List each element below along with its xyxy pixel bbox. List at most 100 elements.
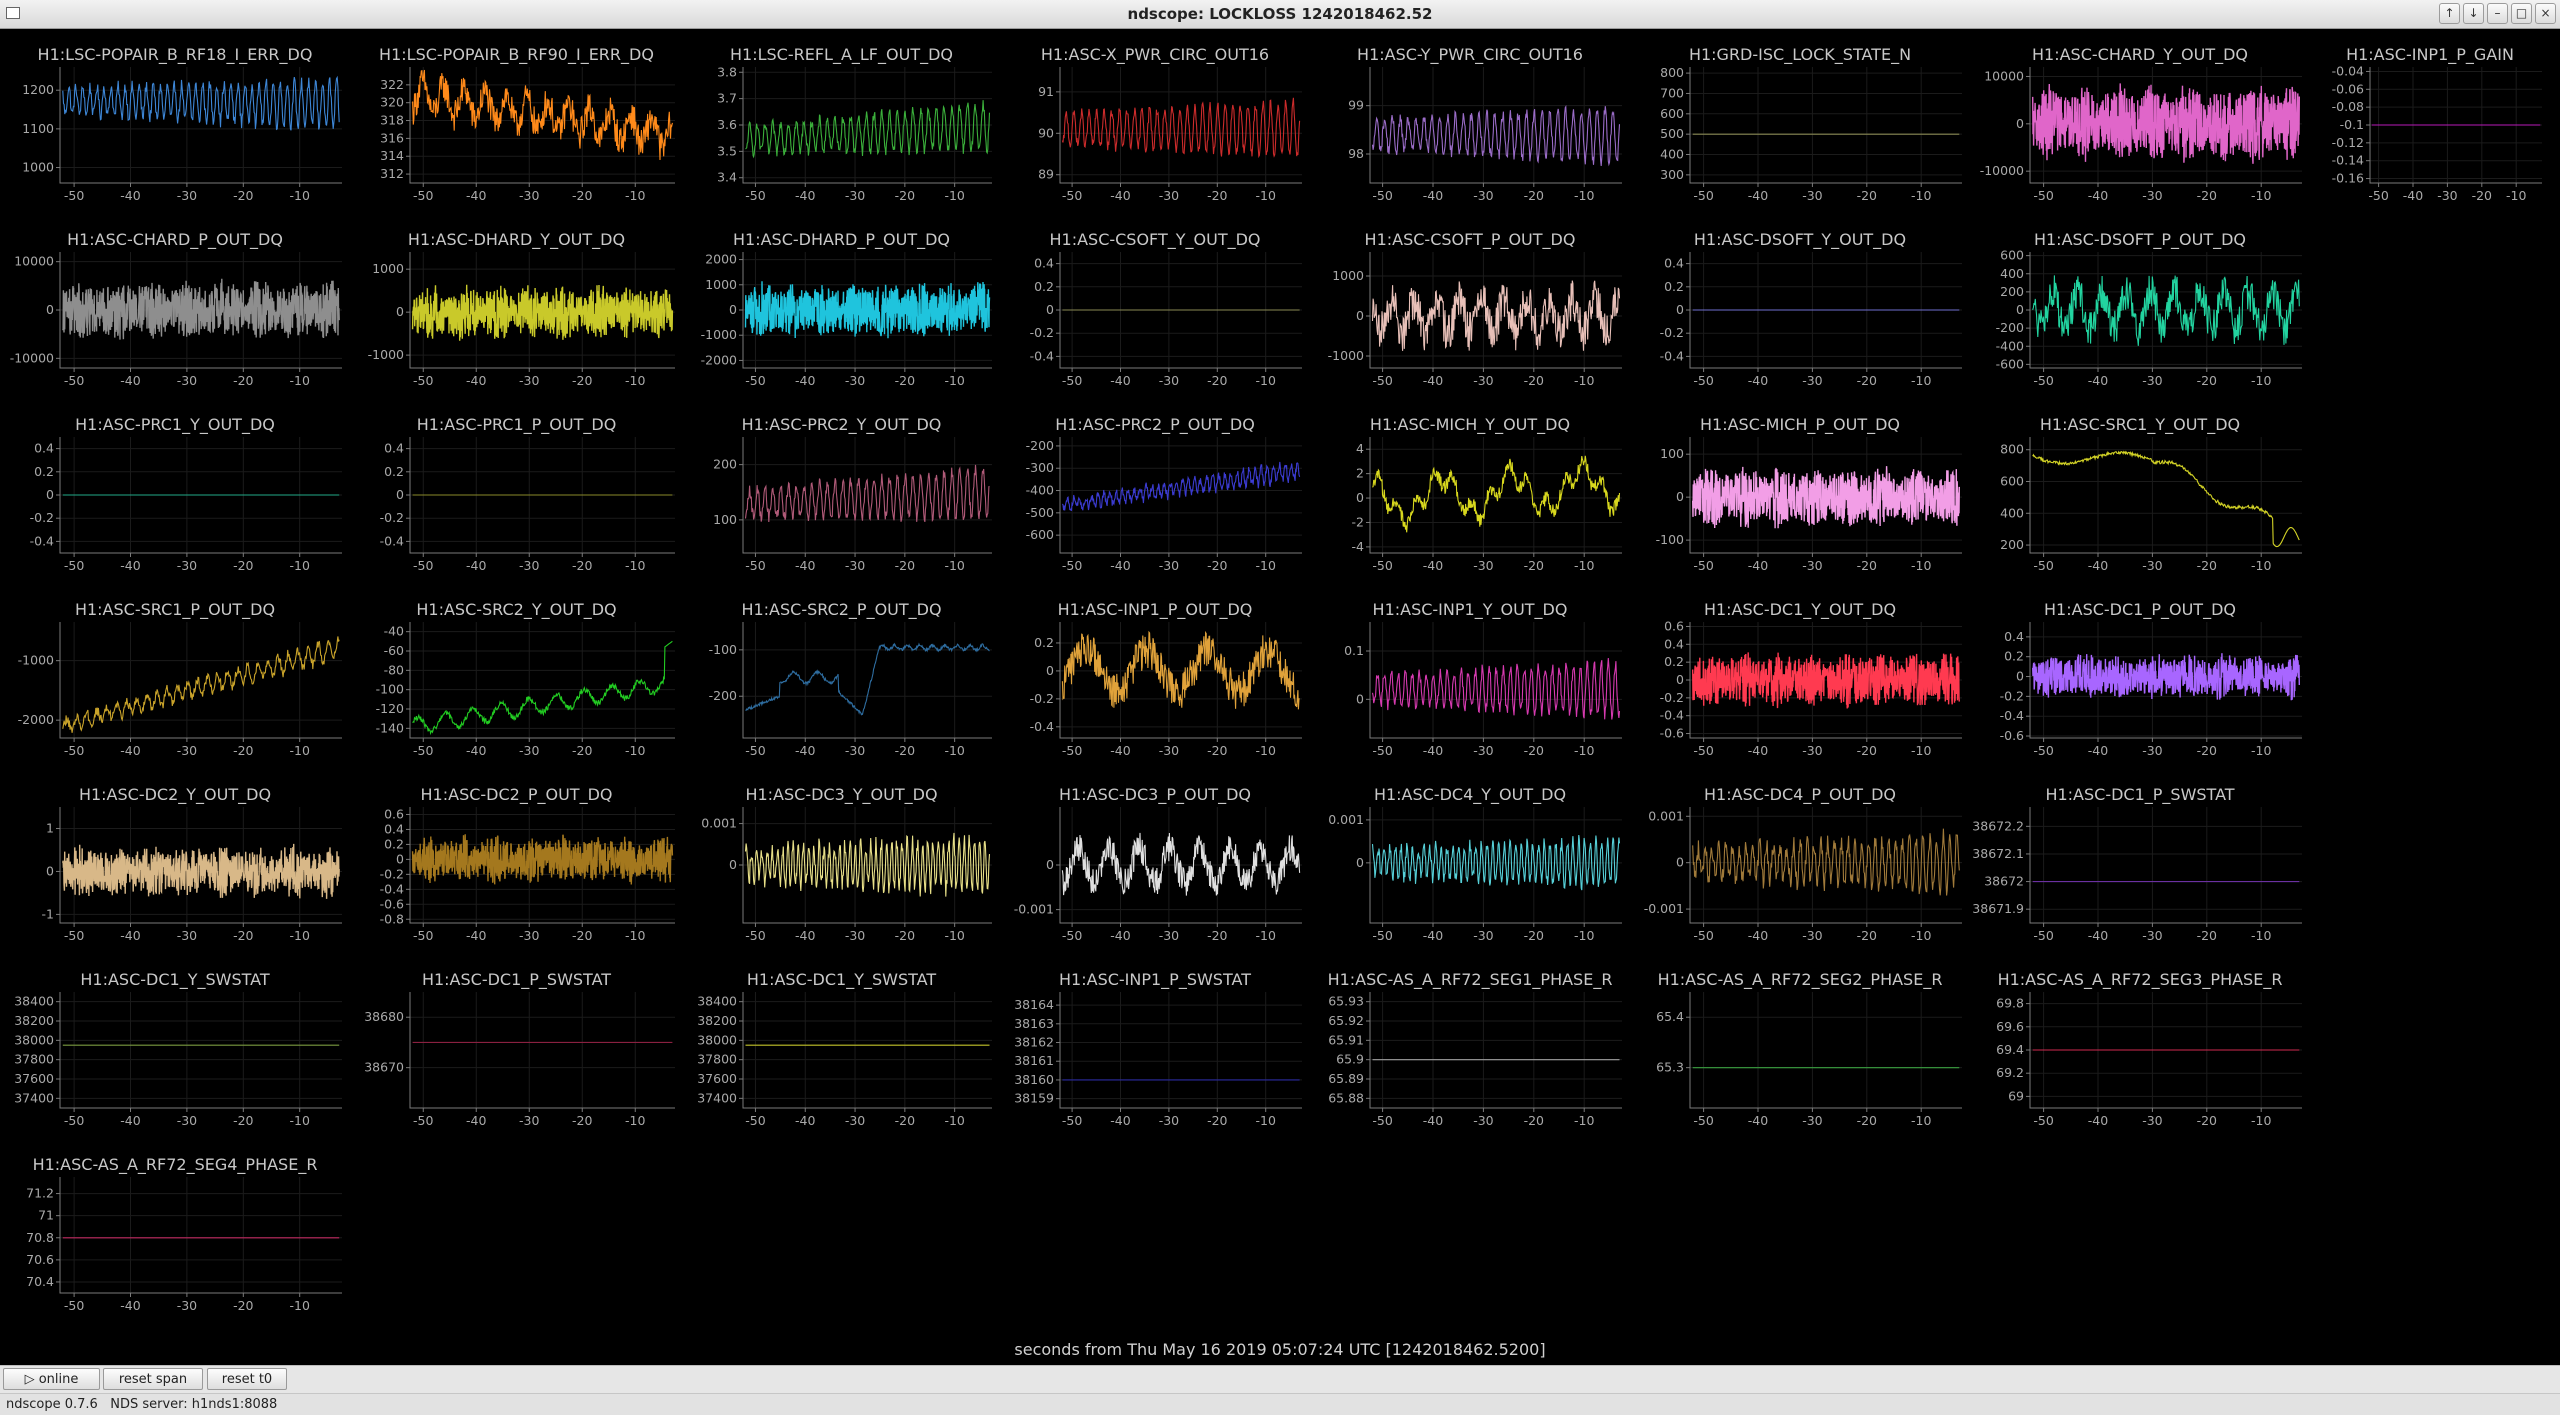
plot-canvas[interactable]: 65.4 65.3 -50 -40 -30 -20 -10	[1630, 955, 1970, 1140]
plot-canvas[interactable]: 0.2 0 -0.2 -0.4 -50 -40 -30 -20 -10	[1000, 585, 1310, 770]
minimize-icon[interactable]: –	[2487, 3, 2508, 24]
plot-canvas[interactable]: 800 700 600 500 400 300 -50 -40 -30 -20 -10	[1630, 30, 1970, 215]
plot-panel[interactable]: H1:ASC-DC1_Y_SWSTAT 38400 38200 38000 37800 3…	[0, 955, 350, 1140]
plot-canvas[interactable]: 91 90 89 -50 -40 -30 -20 -10	[1000, 30, 1310, 215]
plot-canvas[interactable]: 0.001 0 -0.001 -50 -40 -30 -20 -10	[1630, 770, 1970, 955]
plot-canvas[interactable]: -0.04 -0.06 -0.08 -0.1 -0.12 -0.14 -0.16 -50 -40…	[2310, 30, 2550, 215]
raise-window-icon[interactable]: ↑	[2439, 3, 2460, 24]
plot-panel[interactable]: H1:ASC-DC1_P_SWSTAT 38680 38670 -50 -40 -30 -2…	[350, 955, 683, 1140]
plot-canvas[interactable]: 0 -0.001 -50 -40 -30 -20 -10	[1000, 770, 1310, 955]
plot-panel[interactable]: H1:ASC-AS_A_RF72_SEG3_PHASE_R 69.8 69.6 69.…	[1970, 955, 2310, 1140]
plot-canvas[interactable]: -200 -300 -400 -500 -600 -50 -40 -30 -20 -10	[1000, 400, 1310, 585]
plot-canvas[interactable]: 1000 0 -1000 -50 -40 -30 -20 -10	[1310, 215, 1630, 400]
plot-canvas[interactable]: 10000 0 -10000 -50 -40 -30 -20 -10	[1970, 30, 2310, 215]
reset-span-button[interactable]: reset span	[103, 1368, 203, 1390]
plot-canvas[interactable]: -100 -200 -50 -40 -30 -20 -10	[683, 585, 1000, 770]
window-titlebar[interactable]: ndscope: LOCKLOSS 1242018462.52 ↑ ↓ – □ …	[0, 0, 2560, 29]
plot-panel[interactable]: H1:ASC-SRC1_P_OUT_DQ -1000 -2000 -50 -40 -30-…	[0, 585, 350, 770]
plot-panel[interactable]: H1:LSC-POPAIR_B_RF18_I_ERR_DQ 1200 1100 100…	[0, 30, 350, 215]
plot-panel[interactable]: H1:ASC-AS_A_RF72_SEG1_PHASE_R 65.93 65.92 6…	[1310, 955, 1630, 1140]
lower-window-icon[interactable]: ↓	[2463, 3, 2484, 24]
plot-panel[interactable]: H1:ASC-DC1_Y_OUT_DQ 0.6 0.4 0.2 0 -0.2 -0.4 -0.…	[1630, 585, 1970, 770]
plot-panel[interactable]: H1:ASC-CHARD_P_OUT_DQ 10000 0 -10000 -50 -40-…	[0, 215, 350, 400]
plot-canvas[interactable]: 0.1 0 -50 -40 -30 -20 -10	[1310, 585, 1630, 770]
plot-canvas[interactable]: 38164 38163 38162 38161 38160 38159 -50 -40 -30 -…	[1000, 955, 1310, 1140]
plot-canvas[interactable]: 38680 38670 -50 -40 -30 -20 -10	[350, 955, 683, 1140]
plot-canvas[interactable]: 38672.2 38672.1 38672 38671.9 -50 -40 -30 -20 -1…	[1970, 770, 2310, 955]
plot-panel[interactable]: H1:LSC-POPAIR_B_RF90_I_ERR_DQ 322 320 318 31…	[350, 30, 683, 215]
plot-canvas[interactable]: 0.4 0.2 0 -0.2 -0.4 -0.6 -50 -40 -30 -20 -10	[1970, 585, 2310, 770]
plot-panel[interactable]: H1:ASC-DC2_Y_OUT_DQ 1 0 -1 -50 -40 -30 -20 -10	[0, 770, 350, 955]
plot-panel[interactable]: H1:ASC-DC4_Y_OUT_DQ 0.001 0 -50 -40 -30 -20 -10	[1310, 770, 1630, 955]
plot-canvas[interactable]: 1 0 -1 -50 -40 -30 -20 -10	[0, 770, 350, 955]
plot-canvas[interactable]: 600 400 200 0 -200 -400 -600 -50 -40 -30 -20 -10	[1970, 215, 2310, 400]
x-tick-label: -30	[1159, 1113, 1179, 1128]
plot-panel[interactable]: H1:ASC-CSOFT_P_OUT_DQ 1000 0 -1000 -50 -40 -30…	[1310, 215, 1630, 400]
plot-canvas[interactable]: 3.8 3.7 3.6 3.5 3.4 -50 -40 -30 -20 -10	[683, 30, 1000, 215]
x-tick-label: -10	[1911, 558, 1931, 573]
plot-canvas[interactable]: -1000 -2000 -50 -40 -30 -20 -10	[0, 585, 350, 770]
plot-panel[interactable]: H1:ASC-INP1_P_OUT_DQ 0.2 0 -0.2 -0.4 -50 -40 -3…	[1000, 585, 1310, 770]
plot-panel[interactable]: H1:ASC-CHARD_Y_OUT_DQ 10000 0 -10000 -50 -40-…	[1970, 30, 2310, 215]
plot-canvas[interactable]: 0.4 0.2 0 -0.2 -0.4 -50 -40 -30 -20 -10	[350, 400, 683, 585]
plot-canvas[interactable]: 1000 0 -1000 -50 -40 -30 -20 -10	[350, 215, 683, 400]
plot-canvas[interactable]: 4 2 0 -2 -4 -50 -40 -30 -20 -10	[1310, 400, 1630, 585]
plot-canvas[interactable]: 99 98 -50 -40 -30 -20 -10	[1310, 30, 1630, 215]
plot-panel[interactable]: H1:ASC-INP1_Y_OUT_DQ 0.1 0 -50 -40 -30 -20 -10	[1310, 585, 1630, 770]
plot-canvas[interactable]: 0.4 0.2 0 -0.2 -0.4 -50 -40 -30 -20 -10	[0, 400, 350, 585]
plot-canvas[interactable]: 38400 38200 38000 37800 37600 37400 -50 -40 -30 -…	[0, 955, 350, 1140]
online-button[interactable]: ▷ online	[3, 1368, 100, 1390]
plot-panel[interactable]: H1:ASC-PRC2_Y_OUT_DQ 200 100 -50 -40 -30 -20 -1…	[683, 400, 1000, 585]
plot-panel[interactable]: H1:ASC-CSOFT_Y_OUT_DQ 0.4 0.2 0 -0.2 -0.4 -50-…	[1000, 215, 1310, 400]
plot-panel[interactable]: H1:ASC-DC1_P_OUT_DQ 0.4 0.2 0 -0.2 -0.4 -0.6 -5…	[1970, 585, 2310, 770]
plot-panel[interactable]: H1:ASC-DC1_P_SWSTAT 38672.2 38672.1 38672 38…	[1970, 770, 2310, 955]
plot-canvas[interactable]: -40 -60 -80 -100 -120 -140 -50 -40 -30 -20 -10	[350, 585, 683, 770]
plot-panel[interactable]: H1:ASC-PRC2_P_OUT_DQ -200 -300 -400 -500 -600…	[1000, 400, 1310, 585]
plot-panel[interactable]: H1:ASC-DC3_Y_OUT_DQ 0.001 0 -50 -40 -30 -20 -10	[683, 770, 1000, 955]
plot-panel[interactable]: H1:ASC-PRC1_Y_OUT_DQ 0.4 0.2 0 -0.2 -0.4 -50 -4…	[0, 400, 350, 585]
plot-canvas[interactable]: 0.4 0.2 0 -0.2 -0.4 -50 -40 -30 -20 -10	[1630, 215, 1970, 400]
plot-panel[interactable]: H1:ASC-DC1_Y_SWSTAT 38400 38200 38000 37800 3…	[683, 955, 1000, 1140]
plot-canvas[interactable]: 2000 1000 0 -1000 -2000 -50 -40 -30 -20 -10	[683, 215, 1000, 400]
plot-panel[interactable]: H1:ASC-DSOFT_Y_OUT_DQ 0.4 0.2 0 -0.2 -0.4 -50-…	[1630, 215, 1970, 400]
plot-panel[interactable]: H1:ASC-INP1_P_SWSTAT 38164 38163 38162 38161…	[1000, 955, 1310, 1140]
plot-panel[interactable]: H1:GRD-ISC_LOCK_STATE_N 800 700 600 500 400 30…	[1630, 30, 1970, 215]
plot-panel[interactable]: H1:ASC-MICH_Y_OUT_DQ 4 2 0 -2 -4 -50 -40 -30 -20-…	[1310, 400, 1630, 585]
plot-canvas[interactable]: 100 0 -100 -50 -40 -30 -20 -10	[1630, 400, 1970, 585]
close-icon[interactable]: ×	[2535, 3, 2556, 24]
plot-canvas[interactable]: 322 320 318 316 314 312 -50 -40 -30 -20 -10	[350, 30, 683, 215]
plot-canvas[interactable]: 0.001 0 -50 -40 -30 -20 -10	[1310, 770, 1630, 955]
reset-t0-button[interactable]: reset t0	[207, 1368, 287, 1390]
plot-panel[interactable]: H1:ASC-AS_A_RF72_SEG2_PHASE_R 65.4 65.3 -50…	[1630, 955, 1970, 1140]
plot-panel[interactable]: H1:ASC-Y_PWR_CIRC_OUT16 99 98 -50 -40 -30 -20-…	[1310, 30, 1630, 215]
plot-panel[interactable]: H1:ASC-INP1_P_GAIN -0.04 -0.06 -0.08 -0.1 -0.…	[2310, 30, 2550, 215]
plot-canvas[interactable]: 0.6 0.4 0.2 0 -0.2 -0.4 -0.6 -50 -40 -30 -20 -10	[1630, 585, 1970, 770]
maximize-icon[interactable]: □	[2511, 3, 2532, 24]
plot-canvas[interactable]: 0.60.40.20-0.2-0.4-0.6-0.8 -50 -40 -30 -20 -1…	[350, 770, 683, 955]
plot-canvas[interactable]: 200 100 -50 -40 -30 -20 -10	[683, 400, 1000, 585]
plot-panel[interactable]: H1:ASC-DC4_P_OUT_DQ 0.001 0 -0.001 -50 -40 -30…	[1630, 770, 1970, 955]
plot-panel[interactable]: H1:ASC-DC2_P_OUT_DQ 0.6 0.4 0.2 0 -0.2 -0.4 -0.…	[350, 770, 683, 955]
plot-panel[interactable]: H1:ASC-SRC2_Y_OUT_DQ -40 -60 -80 -100 -120 -14…	[350, 585, 683, 770]
y-tick-label: -600	[1026, 527, 1054, 542]
plot-canvas[interactable]: 65.93 65.92 65.91 65.9 65.89 65.88 -50 -40 -30 -2…	[1310, 955, 1630, 1140]
plot-panel[interactable]: H1:LSC-REFL_A_LF_OUT_DQ 3.8 3.7 3.6 3.5 3.4 -5…	[683, 30, 1000, 215]
plot-canvas[interactable]: 1200 1100 1000 -50 -40 -30 -20 -10	[0, 30, 350, 215]
plot-canvas[interactable]: 71.2 71 70.8 70.6 70.4 -50 -40 -30 -20 -10	[0, 1140, 350, 1325]
plot-canvas[interactable]: 0.001 0 -50 -40 -30 -20 -10	[683, 770, 1000, 955]
plot-canvas[interactable]: 69.8 69.6 69.4 69.2 69 -50 -40 -30 -20 -10	[1970, 955, 2310, 1140]
plot-panel[interactable]: H1:ASC-DSOFT_P_OUT_DQ 600 400 200 0 -200 -400-…	[1970, 215, 2310, 400]
plot-panel[interactable]: H1:ASC-SRC2_P_OUT_DQ -100 -200 -50 -40 -30 -20…	[683, 585, 1000, 770]
plot-panel[interactable]: H1:ASC-PRC1_P_OUT_DQ 0.4 0.2 0 -0.2 -0.4 -50 -4…	[350, 400, 683, 585]
plot-canvas[interactable]: 38400 38200 38000 37800 37600 37400 -50 -40 -30 -…	[683, 955, 1000, 1140]
plot-panel[interactable]: H1:ASC-DC3_P_OUT_DQ 0 -0.001 -50 -40 -30 -20 -1…	[1000, 770, 1310, 955]
plot-canvas[interactable]: 800 600 400 200 -50 -40 -30 -20 -10	[1970, 400, 2310, 585]
plot-panel[interactable]: H1:ASC-DHARD_Y_OUT_DQ 1000 0 -1000 -50 -40 -30…	[350, 215, 683, 400]
plot-panel[interactable]: H1:ASC-AS_A_RF72_SEG4_PHASE_R 71.2 71 70.8 7…	[0, 1140, 350, 1325]
plot-panel[interactable]: H1:ASC-X_PWR_CIRC_OUT16 91 90 89 -50 -40 -30 -2…	[1000, 30, 1310, 215]
plot-panel[interactable]: H1:ASC-MICH_P_OUT_DQ 100 0 -100 -50 -40 -30 -20…	[1630, 400, 1970, 585]
plot-panel[interactable]: H1:ASC-DHARD_P_OUT_DQ 2000 1000 0 -1000 -2000…	[683, 215, 1000, 400]
plot-canvas[interactable]: 10000 0 -10000 -50 -40 -30 -20 -10	[0, 215, 350, 400]
plot-panel[interactable]: H1:ASC-SRC1_Y_OUT_DQ 800 600 400 200 -50 -40 -3…	[1970, 400, 2310, 585]
plot-canvas[interactable]: 0.4 0.2 0 -0.2 -0.4 -50 -40 -30 -20 -10	[1000, 215, 1310, 400]
